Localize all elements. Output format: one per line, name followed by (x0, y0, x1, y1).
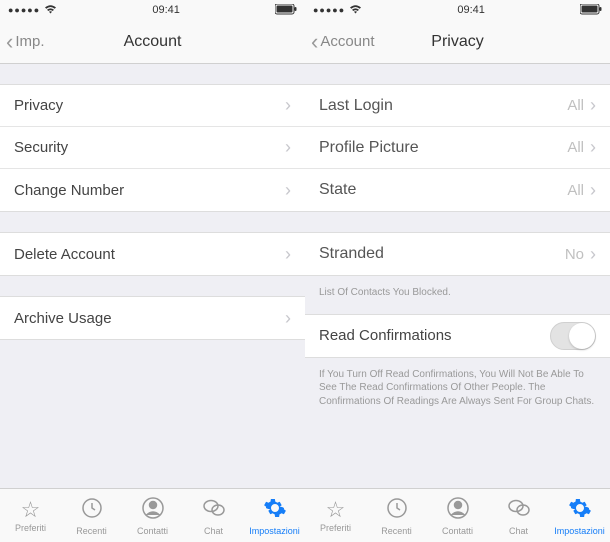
chat-icon (202, 496, 226, 524)
content-area: Last Login All › Profile Picture All › S… (305, 64, 610, 488)
content-area: Privacy › Security › Change Number › Del… (0, 64, 305, 488)
nav-back-button[interactable]: ‹ Account (311, 31, 375, 53)
row-state[interactable]: State All › (305, 169, 610, 211)
tab-label: Impostazioni (249, 526, 300, 536)
row-archive-usage[interactable]: Archive Usage › (0, 297, 305, 339)
star-icon: ☆ (326, 499, 346, 521)
row-label: Last Login (319, 97, 567, 115)
tab-label: Preferiti (15, 523, 46, 533)
chevron-right-icon: › (285, 95, 291, 116)
chat-icon (507, 496, 531, 524)
list-group-1: Privacy › Security › Change Number › (0, 84, 305, 212)
chevron-right-icon: › (285, 137, 291, 158)
chevron-right-icon: › (590, 244, 596, 265)
row-privacy[interactable]: Privacy › (0, 85, 305, 127)
chevron-right-icon: › (590, 137, 596, 158)
screen-account: ●●●●● 09:41 ‹ Imp. Account Privacy › Sec… (0, 0, 305, 542)
tab-label: Recenti (76, 526, 107, 536)
read-confirmations-toggle[interactable] (550, 322, 596, 350)
gear-icon (568, 496, 592, 524)
status-bar: ●●●●● 09:41 (305, 0, 610, 20)
tab-label: Recenti (381, 526, 412, 536)
tab-recenti[interactable]: Recenti (366, 496, 427, 536)
row-value: All (567, 97, 584, 114)
clock-icon (80, 496, 104, 524)
chevron-right-icon: › (285, 244, 291, 265)
row-value: All (567, 139, 584, 156)
signal-dots: ●●●●● (313, 5, 345, 15)
chevron-right-icon: › (590, 95, 596, 116)
tab-preferiti[interactable]: ☆ Preferiti (305, 499, 366, 533)
row-last-login[interactable]: Last Login All › (305, 85, 610, 127)
tab-label: Chat (204, 526, 223, 536)
nav-bar: ‹ Account Privacy (305, 20, 610, 64)
wifi-icon (44, 4, 57, 17)
battery-icon (275, 3, 297, 18)
chevron-left-icon: ‹ (311, 31, 318, 53)
tab-label: Contatti (137, 526, 168, 536)
row-change-number[interactable]: Change Number › (0, 169, 305, 211)
star-icon: ☆ (21, 499, 41, 521)
row-read-confirmations: Read Confirmations (305, 315, 610, 357)
list-group-3: Archive Usage › (0, 296, 305, 340)
status-time: 09:41 (152, 4, 180, 16)
nav-back-button[interactable]: ‹ Imp. (6, 31, 45, 53)
tab-bar: ☆ Preferiti Recenti Contatti Chat Impo (0, 488, 305, 542)
blocked-footer-note: List Of Contacts You Blocked. (305, 280, 610, 314)
contact-icon (141, 496, 165, 524)
row-value: No (565, 246, 584, 263)
row-delete-account[interactable]: Delete Account › (0, 233, 305, 275)
row-label: State (319, 181, 567, 199)
chevron-right-icon: › (285, 180, 291, 201)
row-security[interactable]: Security › (0, 127, 305, 169)
screen-privacy: ●●●●● 09:41 ‹ Account Privacy Last Login… (305, 0, 610, 542)
tab-chat[interactable]: Chat (488, 496, 549, 536)
row-label: Archive Usage (14, 310, 285, 327)
nav-bar: ‹ Imp. Account (0, 20, 305, 64)
battery-icon (580, 3, 602, 18)
tab-label: Impostazioni (554, 526, 605, 536)
list-group-2: Delete Account › (0, 232, 305, 276)
tab-bar: ☆ Preferiti Recenti Contatti Chat Impo (305, 488, 610, 542)
tab-contatti[interactable]: Contatti (122, 496, 183, 536)
row-label: Stranded (319, 245, 565, 263)
tab-label: Contatti (442, 526, 473, 536)
row-label: Security (14, 139, 285, 156)
row-label: Delete Account (14, 246, 285, 263)
nav-back-label: Account (320, 33, 374, 50)
row-label: Privacy (14, 97, 285, 114)
tab-contatti[interactable]: Contatti (427, 496, 488, 536)
wifi-icon (349, 4, 362, 17)
signal-dots: ●●●●● (8, 5, 40, 15)
row-value: All (567, 182, 584, 199)
row-label: Change Number (14, 182, 285, 199)
tab-impostazioni[interactable]: Impostazioni (549, 496, 610, 536)
chevron-right-icon: › (590, 180, 596, 201)
list-group-read: Read Confirmations (305, 314, 610, 358)
row-label: Read Confirmations (319, 327, 550, 344)
list-group-visibility: Last Login All › Profile Picture All › S… (305, 84, 610, 212)
tab-impostazioni[interactable]: Impostazioni (244, 496, 305, 536)
contact-icon (446, 496, 470, 524)
status-bar: ●●●●● 09:41 (0, 0, 305, 20)
chevron-left-icon: ‹ (6, 31, 13, 53)
tab-preferiti[interactable]: ☆ Preferiti (0, 499, 61, 533)
clock-icon (385, 496, 409, 524)
row-stranded[interactable]: Stranded No › (305, 233, 610, 275)
tab-label: Preferiti (320, 523, 351, 533)
status-time: 09:41 (457, 4, 485, 16)
tab-label: Chat (509, 526, 528, 536)
list-group-blocked: Stranded No › (305, 232, 610, 276)
gear-icon (263, 496, 287, 524)
tab-chat[interactable]: Chat (183, 496, 244, 536)
row-profile-picture[interactable]: Profile Picture All › (305, 127, 610, 169)
nav-back-label: Imp. (15, 33, 44, 50)
nav-title: Account (8, 33, 297, 51)
chevron-right-icon: › (285, 308, 291, 329)
row-label: Profile Picture (319, 139, 567, 157)
toggle-knob (569, 323, 595, 349)
tab-recenti[interactable]: Recenti (61, 496, 122, 536)
read-footer-note: If You Turn Off Read Confirmations, You … (305, 362, 610, 423)
